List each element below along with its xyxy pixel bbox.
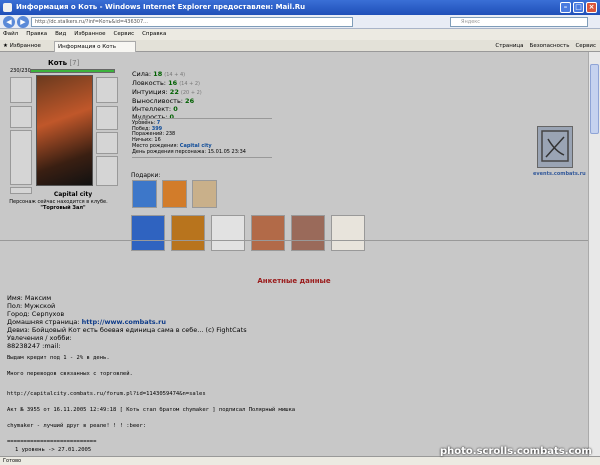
status-text: Готово (3, 458, 22, 464)
profile-name: Имя: Максим (7, 294, 52, 302)
gloves-slot[interactable] (96, 106, 118, 130)
address-input[interactable]: http://dc.stalkers.ru/?inf=Коть&id=43630… (31, 17, 353, 27)
profile-hobby: Увлечения / хобби: (7, 334, 72, 342)
homepage-link[interactable]: http://www.combats.ru (82, 318, 166, 326)
stat-strength: Сила: 18 (14 + 4) (132, 70, 186, 78)
gift-item[interactable] (211, 215, 245, 251)
tab-bar: ★ Избранное Информация о Коть Страница Б… (0, 40, 600, 52)
character-level: [7] (69, 59, 80, 67)
weapon-slot[interactable] (10, 106, 32, 128)
profile-city: Город: Серпухов (7, 310, 65, 318)
back-icon[interactable]: ◀ (3, 16, 15, 28)
favorites-label: Избранное (9, 43, 41, 49)
profile-forum-link[interactable]: http://capitalcity.combats.ru/forum.pl?i… (7, 391, 206, 397)
hp-text: 230/230 (10, 68, 31, 74)
gift-item[interactable] (131, 215, 165, 251)
menu-tools[interactable]: Сервис (114, 29, 135, 40)
character-city: Capital city (53, 191, 93, 198)
emblem-caption[interactable]: events.combats.ru (533, 171, 586, 177)
info-divider (132, 157, 272, 158)
stat-agility: Ловкость: 16 (14 + 2) (132, 79, 201, 87)
profile-text-line: chymaker - лучший друг в реале! ! ! :bee… (7, 423, 147, 429)
info-birthday: День рождения персонажа: 15.01.05 23:34 (132, 148, 246, 155)
tab-character-info[interactable]: Информация о Коть (54, 41, 136, 52)
profile-fields: Имя: Максим Пол: Мужской Город: Серпухов… (7, 294, 247, 350)
gift-item[interactable] (331, 215, 365, 251)
shield-slot[interactable] (96, 132, 118, 154)
search-input[interactable]: Яндекс (450, 17, 588, 27)
profile-motto: Девиз: Бойцовый Кот есть боевая единица … (7, 326, 247, 334)
menu-favorites[interactable]: Избранное (74, 29, 105, 40)
armor-slot[interactable] (10, 130, 32, 185)
tools-menu[interactable]: Сервис (575, 41, 596, 51)
status-bar: Готово (0, 456, 600, 465)
maximize-button[interactable]: □ (573, 2, 584, 13)
emblem-icon (541, 130, 569, 162)
profile-text-line: Много переводов связанных с торговлей. (7, 371, 133, 377)
profile-sex: Пол: Мужской (7, 302, 56, 310)
forward-icon[interactable]: ▶ (17, 16, 29, 28)
security-menu[interactable]: Безопасность (530, 41, 570, 51)
stats-list: Сила: 18 (14 + 4) Ловкость: 16 (14 + 2) … (132, 70, 202, 121)
close-button[interactable]: × (586, 2, 597, 13)
menu-view[interactable]: Вид (55, 29, 66, 40)
stat-endurance: Выносливость: 26 (132, 97, 195, 105)
menu-help[interactable]: Справка (142, 29, 166, 40)
menu-edit[interactable]: Правка (26, 29, 47, 40)
vertical-scrollbar[interactable] (588, 52, 600, 456)
gift-item[interactable] (171, 215, 205, 251)
gift-item[interactable] (162, 180, 187, 208)
address-toolbar: ◀ ▶ http://dc.stalkers.ru/?inf=Коть&id=4… (0, 15, 600, 29)
profile-heading: Анкетные данные (257, 277, 331, 285)
stats-divider (132, 118, 272, 119)
tab-title: Информация о Коть (58, 44, 116, 50)
scrollbar-thumb[interactable] (590, 64, 599, 134)
menu-bar: Файл Правка Вид Избранное Сервис Справка (0, 29, 600, 40)
stat-intuition: Интуиция: 22 (20 + 2) (132, 88, 202, 96)
boots-slot[interactable] (96, 156, 118, 186)
character-name: Коть [7] (48, 59, 80, 67)
profile-text-line: 1 уровень -> 27.01.2005 (15, 447, 92, 453)
helmet-slot[interactable] (10, 77, 32, 103)
profile-text-line: Акт № 3955 от 16.11.2005 12:49:18 [ Коть… (7, 407, 296, 413)
clan-emblem[interactable] (537, 126, 573, 168)
minimize-button[interactable]: – (560, 2, 571, 13)
menu-file[interactable]: Файл (3, 29, 18, 40)
page-menu[interactable]: Страница (495, 41, 523, 51)
info-list: Уровень: 7 Побед: 399 Поражений: 238 Нич… (132, 120, 246, 155)
window-title: Информация о Коть - Windows Internet Exp… (16, 3, 306, 11)
profile-text-line: =========================== (7, 439, 97, 445)
gift-item[interactable] (251, 215, 285, 251)
hp-bar (30, 69, 115, 73)
stat-intellect: Интеллект: 0 (132, 105, 178, 113)
gifts-label: Подарки: (131, 172, 161, 179)
page-content: Коть [7] 230/230 Capital city Персонаж с… (0, 52, 588, 456)
gift-item[interactable] (132, 180, 157, 208)
gift-item[interactable] (192, 180, 217, 208)
section-divider (0, 240, 588, 241)
character-portrait (36, 75, 93, 186)
watermark: photo.scrolls.combats.com (440, 446, 592, 457)
profile-text-line: Выдам кредит под 1 - 2% в день. (7, 355, 110, 361)
rings-slot[interactable] (96, 77, 118, 103)
window-titlebar: Информация о Коть - Windows Internet Exp… (0, 0, 600, 15)
profile-homepage: Домашняя страница: http://www.combats.ru (7, 318, 166, 326)
gift-item[interactable] (291, 215, 325, 251)
location-room: "Торговый Зал" (40, 205, 86, 211)
profile-icq: 88238247 :mail: (7, 342, 61, 350)
favorites-button[interactable]: ★ Избранное (3, 42, 41, 50)
ie-icon (3, 3, 12, 12)
belt-slot[interactable] (10, 187, 32, 194)
